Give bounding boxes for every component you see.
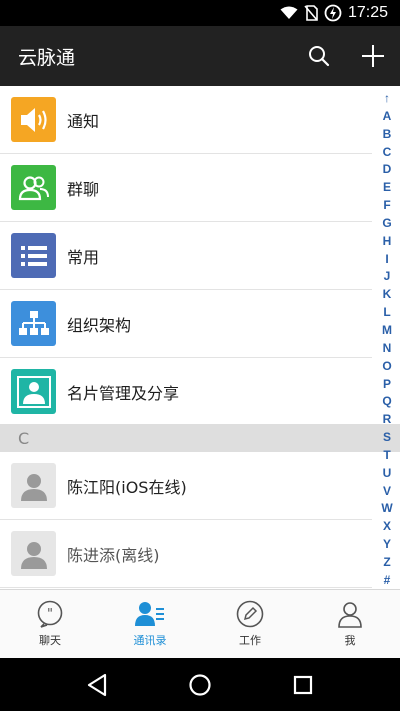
section-header-c: C — [0, 424, 400, 452]
back-button[interactable] — [77, 665, 117, 705]
nav-label: 聊天 — [39, 634, 61, 647]
row-label: 通知 — [67, 111, 100, 131]
index-letter[interactable]: W — [381, 502, 392, 514]
default-avatar-icon — [20, 541, 47, 569]
avatar — [11, 531, 56, 576]
tile-organization — [11, 301, 56, 346]
tile-group-chat — [11, 165, 56, 210]
index-letter[interactable]: Z — [383, 556, 390, 568]
contact-name: 陈进添(离线) — [67, 545, 160, 565]
contact-name: 陈江阳(iOS在线) — [67, 477, 187, 497]
row-organization[interactable]: 组织架构 — [0, 290, 372, 358]
no-sim-icon — [304, 5, 318, 21]
recents-square-icon — [294, 675, 313, 694]
list-icon — [20, 245, 47, 266]
index-letter[interactable]: X — [383, 520, 391, 532]
business-card-icon — [16, 375, 51, 408]
index-letter[interactable]: I — [385, 253, 388, 265]
wifi-icon — [280, 6, 298, 20]
index-letter[interactable]: K — [383, 288, 392, 300]
index-letter[interactable]: G — [382, 217, 391, 229]
index-letter[interactable]: S — [383, 431, 391, 443]
search-icon — [309, 46, 330, 67]
add-button[interactable] — [346, 26, 400, 86]
status-bar: 17:25 — [0, 0, 400, 26]
index-letter[interactable]: H — [383, 235, 392, 247]
nav-contacts[interactable]: 通讯录 — [100, 590, 200, 658]
contact-row[interactable]: 陈江阳(iOS在线) — [0, 452, 372, 520]
index-letter[interactable]: R — [383, 413, 392, 425]
nav-chat[interactable]: " 聊天 — [0, 590, 100, 658]
index-letter[interactable]: F — [383, 199, 390, 211]
back-triangle-icon — [87, 673, 106, 696]
row-label: 组织架构 — [67, 315, 132, 335]
home-circle-icon — [189, 673, 211, 696]
alphabet-index[interactable]: ↑ A B C D E F G H I J K L M N O P Q R S T U V W X Y Z # — [374, 90, 400, 588]
nav-work[interactable]: 工作 — [200, 590, 300, 658]
row-business-card[interactable]: 名片管理及分享 — [0, 358, 372, 426]
tile-notification — [11, 97, 56, 142]
index-letter[interactable]: C — [383, 146, 392, 158]
index-letter[interactable]: Q — [382, 395, 391, 407]
row-group-chat[interactable]: 群聊 — [0, 154, 372, 222]
bottom-nav: " 聊天 通讯录 工作 我 — [0, 589, 400, 658]
system-nav-bar — [0, 658, 400, 711]
nav-label: 工作 — [239, 634, 261, 647]
index-letter[interactable]: A — [383, 110, 392, 122]
battery-charging-icon — [324, 4, 342, 22]
status-time: 17:25 — [347, 4, 388, 21]
row-notification[interactable]: 通知 — [0, 86, 372, 154]
profile-icon — [338, 602, 362, 628]
index-letter[interactable]: J — [384, 270, 391, 282]
tile-frequent — [11, 233, 56, 278]
index-letter[interactable]: O — [382, 360, 391, 372]
index-letter[interactable]: B — [383, 128, 392, 140]
nav-label: 通讯录 — [133, 634, 167, 647]
avatar — [11, 463, 56, 508]
index-letter[interactable]: N — [383, 342, 392, 354]
app-title: 云脉通 — [18, 46, 76, 69]
row-label: 群聊 — [67, 179, 100, 199]
app-bar: 云脉通 — [0, 26, 400, 86]
contacts-icon — [135, 602, 164, 626]
index-letter[interactable]: # — [384, 574, 391, 586]
index-letter[interactable]: P — [383, 378, 391, 390]
search-button[interactable] — [292, 26, 346, 86]
nav-label: 我 — [344, 634, 356, 647]
org-chart-icon — [18, 310, 49, 335]
row-label: 名片管理及分享 — [67, 383, 180, 403]
plus-icon — [362, 45, 384, 67]
group-chat-icon — [18, 175, 49, 200]
row-frequent[interactable]: 常用 — [0, 222, 372, 290]
index-letter[interactable]: V — [383, 485, 391, 497]
index-letter[interactable]: E — [383, 181, 391, 193]
pencil-circle-icon — [236, 600, 264, 628]
recents-button[interactable] — [283, 665, 323, 705]
contacts-list[interactable]: 通知 群聊 常用 组织架构 名片管理及分享 C 陈江阳(iOS在线) 陈进添(离… — [0, 86, 400, 589]
default-avatar-icon — [20, 473, 47, 501]
svg-text:": " — [47, 607, 53, 622]
speaker-icon — [20, 107, 47, 132]
index-letter[interactable]: ↑ — [384, 92, 390, 104]
nav-me[interactable]: 我 — [300, 590, 400, 658]
row-label: 常用 — [67, 247, 100, 267]
index-letter[interactable]: Y — [383, 538, 391, 550]
chat-icon: " — [37, 600, 63, 628]
index-letter[interactable]: L — [383, 306, 390, 318]
home-button[interactable] — [180, 665, 220, 705]
contact-row[interactable]: 陈进添(离线) — [0, 520, 372, 588]
index-letter[interactable]: T — [383, 449, 390, 461]
tile-business-card — [11, 369, 56, 414]
index-letter[interactable]: M — [382, 324, 392, 336]
index-letter[interactable]: D — [383, 163, 392, 175]
index-letter[interactable]: U — [383, 467, 392, 479]
